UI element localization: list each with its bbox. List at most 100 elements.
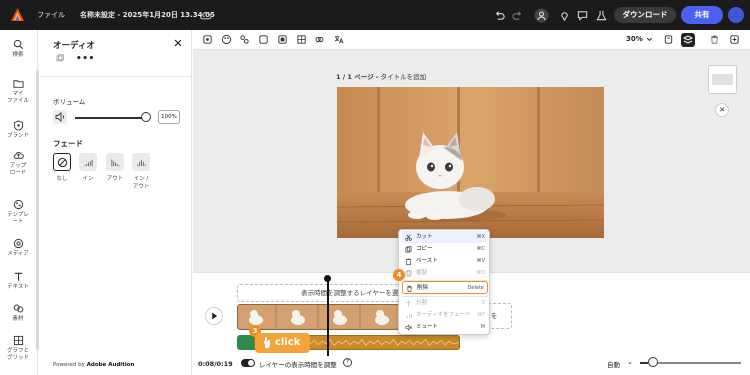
menu-item-shortcut: Delete: [467, 285, 484, 291]
auto-chevron-down-icon[interactable]: ⌄: [627, 358, 633, 366]
powered-prefix: Powered by: [53, 362, 85, 368]
rail-item-media[interactable]: メディア: [0, 238, 36, 258]
fade-out-icon: [110, 159, 120, 166]
file-menu[interactable]: ファイル: [37, 10, 65, 20]
fade-option-none[interactable]: なし: [52, 153, 72, 182]
rail-item-my-files[interactable]: マイ ファイル: [0, 78, 36, 104]
adobe-express-logo-icon[interactable]: [11, 8, 24, 21]
crop-icon[interactable]: [202, 34, 213, 45]
folder-icon: [12, 80, 24, 88]
fade-option-label: アウト: [106, 176, 124, 182]
menu-item-cut[interactable]: カット ⌘X: [402, 231, 488, 243]
redo-icon[interactable]: [511, 9, 524, 22]
shape-icon[interactable]: [258, 34, 269, 45]
powered-by: Powered by Adobe Audition: [53, 362, 134, 368]
zoom-level[interactable]: 30%: [626, 35, 643, 43]
fade-option-in-out[interactable]: イン / アウト: [131, 153, 151, 190]
cloud-icon: [200, 11, 212, 20]
rail-item-text[interactable]: テキスト: [0, 271, 36, 291]
more-options-icon[interactable]: •••: [76, 54, 95, 64]
share-button[interactable]: 共有: [681, 6, 723, 24]
rail-item-search[interactable]: 検索: [0, 39, 36, 59]
volume-slider-track[interactable]: [75, 117, 145, 119]
zoom-dropdown-chevron-icon[interactable]: [644, 34, 655, 45]
mute-icon: [405, 324, 412, 331]
paste-icon: [406, 258, 411, 265]
page-thumbnail[interactable]: [708, 65, 737, 94]
location-pin-icon[interactable]: [558, 9, 571, 22]
collaborator-icon[interactable]: [534, 8, 549, 23]
copy-style-icon[interactable]: [56, 54, 64, 62]
user-avatar[interactable]: [728, 7, 744, 23]
menu-item-split[interactable]: 分割 S: [402, 297, 488, 309]
rail-item-upload[interactable]: アップ ロード: [0, 150, 36, 176]
document-title[interactable]: 名称未設定 - 2025年1月20日 13.34.05: [80, 10, 215, 20]
menu-item-shortcut: ⌘C: [476, 246, 486, 252]
elements-icon: [13, 304, 23, 313]
palette-icon[interactable]: [221, 34, 232, 45]
menu-item-fade-audio[interactable]: オーディオをフェード ⌘F: [402, 309, 488, 321]
info-icon[interactable]: ?: [343, 358, 352, 367]
page-title-placeholder[interactable]: タイトルを追加: [381, 73, 427, 81]
fade-option-in[interactable]: イン: [78, 153, 98, 182]
rail-item-templates[interactable]: テンプレ ート: [0, 199, 36, 225]
volume-value-field[interactable]: 100%: [158, 110, 180, 124]
auto-fit-label[interactable]: 自動: [607, 359, 620, 369]
layers-toggle-button[interactable]: [681, 33, 695, 47]
time-display: 0:08/0:19: [198, 360, 233, 368]
playhead-line[interactable]: [327, 276, 329, 356]
menu-item-shortcut: S: [481, 300, 485, 306]
click-callout: click: [255, 333, 310, 353]
menu-item-label: 分割: [416, 300, 428, 306]
volume-slider-handle[interactable]: [141, 112, 151, 122]
animation-icon[interactable]: [239, 34, 250, 45]
pages-icon[interactable]: [663, 34, 674, 45]
menu-item-label: ペースト: [416, 258, 438, 264]
fade-option-out[interactable]: アウト: [105, 153, 125, 182]
download-button[interactable]: ダウンロード: [614, 7, 676, 23]
rail-item-brand[interactable]: ブランド: [0, 120, 36, 140]
audio-panel: オーディオ ••• ボリューム 100% フェード なし イン アウト イン /…: [40, 30, 192, 375]
fade-option-label: イン: [82, 176, 94, 182]
canvas-image-kitten[interactable]: [337, 87, 604, 238]
link-icon[interactable]: [314, 34, 325, 45]
close-thumbnail-icon[interactable]: ✕: [715, 103, 729, 117]
timeline-zoom-out-icon[interactable]: [640, 362, 648, 364]
menu-item-label: ミュート: [416, 324, 439, 330]
timeline-zoom-track[interactable]: [651, 362, 741, 364]
layer-duration-toggle[interactable]: [241, 359, 255, 367]
mask-icon[interactable]: [277, 34, 288, 45]
translate-icon[interactable]: [333, 34, 344, 45]
panel-title: オーディオ: [53, 41, 95, 51]
menu-item-copy[interactable]: コピー ⌘C: [402, 243, 488, 255]
fade-label: フェード: [53, 139, 83, 148]
menu-item-paste[interactable]: ペースト ⌘V: [402, 255, 488, 267]
timeline-zoom-handle[interactable]: [648, 357, 658, 367]
rail-label: マイ ファイル: [6, 91, 29, 104]
menu-item-label: 複製: [416, 270, 428, 276]
add-page-icon[interactable]: [729, 34, 740, 45]
close-icon[interactable]: [173, 38, 183, 48]
media-icon: [13, 238, 23, 249]
rail-label: グラフと グリッド: [6, 348, 29, 361]
rail-item-graphs-grids[interactable]: グラフと グリッド: [0, 335, 36, 361]
speaker-icon[interactable]: [53, 110, 67, 124]
menu-item-mute[interactable]: ミュート M: [402, 321, 488, 333]
adjust-icon[interactable]: [296, 34, 307, 45]
template-icon: [13, 199, 23, 210]
lab-flask-icon[interactable]: [595, 9, 608, 22]
comment-icon[interactable]: [576, 9, 589, 22]
play-button[interactable]: [205, 307, 223, 325]
upload-icon: [13, 152, 24, 159]
rail-scrollbar[interactable]: [36, 70, 39, 350]
play-icon: [212, 312, 218, 320]
top-bar: ファイル 名称未設定 - 2025年1月20日 13.34.05 ダウンロード …: [0, 0, 750, 30]
volume-label: ボリューム: [53, 98, 86, 106]
trash-icon[interactable]: [709, 34, 720, 45]
menu-item-delete[interactable]: 削除 Delete: [402, 281, 488, 294]
menu-item-shortcut: ⌘F: [477, 312, 485, 318]
undo-icon[interactable]: [493, 9, 506, 22]
panel-divider: [40, 76, 192, 77]
rail-item-elements[interactable]: 素材: [0, 303, 36, 323]
menu-item-duplicate[interactable]: 複製 ⌘D: [402, 267, 488, 279]
